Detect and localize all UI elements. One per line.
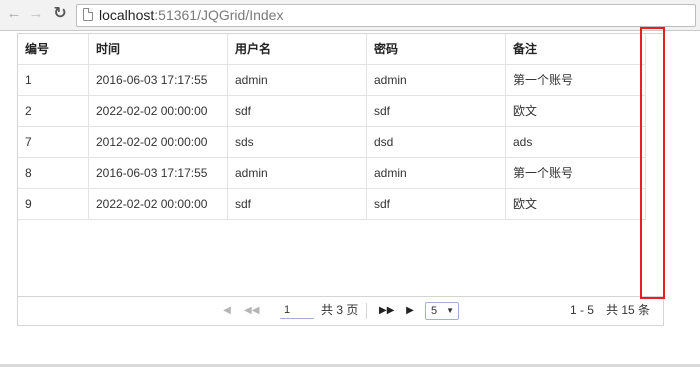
cell-id: 2 — [18, 96, 89, 126]
cell-password: dsd — [367, 127, 506, 157]
page-number-input[interactable] — [280, 302, 314, 319]
cell-username: admin — [228, 65, 367, 95]
cell-username: admin — [228, 158, 367, 188]
total-pages-label: 共 3 页 — [321, 303, 359, 317]
cell-time: 2022-02-02 00:00:00 — [89, 96, 228, 126]
column-header-username[interactable]: 用户名 — [228, 34, 367, 64]
cell-note: 第一个账号 — [506, 158, 646, 188]
forward-arrow-icon[interactable]: → — [28, 6, 44, 22]
cell-note: 欧文 — [506, 96, 646, 126]
cell-time: 2022-02-02 00:00:00 — [89, 189, 228, 219]
grid-pager: ◀​ ◀◀ 共 3 页 ▶▶ ▶​ 5 ▼ 1 - 5 共 15 条 — [18, 296, 663, 325]
column-header-password[interactable]: 密码 — [367, 34, 506, 64]
reload-icon[interactable]: ↻ — [52, 6, 68, 22]
rows-per-page-value: 5 — [431, 305, 438, 317]
cell-note: ads — [506, 127, 646, 157]
cell-note: 欧文 — [506, 189, 646, 219]
header-row: 编号 时间 用户名 密码 备注 — [18, 34, 646, 65]
cell-username: sdf — [228, 96, 367, 126]
table-row[interactable]: 7 2012-02-02 00:00:00 sds dsd ads — [18, 127, 646, 158]
cell-id: 9 — [18, 189, 89, 219]
browser-toolbar: ← → ↻ localhost:51361/JQGrid/Index — [0, 0, 700, 31]
table-row[interactable]: 1 2016-06-03 17:17:55 admin admin 第一个账号 — [18, 65, 646, 96]
cell-username: sds — [228, 127, 367, 157]
cell-password: sdf — [367, 189, 506, 219]
column-header-note[interactable]: 备注 — [506, 34, 646, 64]
pager-separator — [366, 303, 367, 319]
cell-note: 第一个账号 — [506, 65, 646, 95]
dropdown-arrow-icon: ▼ — [446, 306, 454, 315]
url-host: localhost — [99, 7, 155, 23]
cell-id: 7 — [18, 127, 89, 157]
column-header-time[interactable]: 时间 — [89, 34, 228, 64]
jqgrid: 编号 时间 用户名 密码 备注 1 2016-06-03 17:17:55 ad… — [17, 33, 664, 326]
grid-body: 编号 时间 用户名 密码 备注 1 2016-06-03 17:17:55 ad… — [18, 34, 663, 296]
next-page-icon[interactable]: ▶▶ — [379, 304, 394, 318]
url-text: localhost:51361/JQGrid/Index — [99, 7, 283, 23]
first-page-icon[interactable]: ◀​ — [220, 304, 234, 318]
grid-table: 编号 时间 用户名 密码 备注 1 2016-06-03 17:17:55 ad… — [18, 34, 646, 220]
cell-id: 8 — [18, 158, 89, 188]
cell-time: 2012-02-02 00:00:00 — [89, 127, 228, 157]
back-arrow-icon[interactable]: ← — [6, 6, 22, 22]
url-path: :51361/JQGrid/Index — [154, 7, 284, 23]
red-highlight-box — [640, 27, 665, 299]
cell-id: 1 — [18, 65, 89, 95]
cell-username: sdf — [228, 189, 367, 219]
cell-password: admin — [367, 65, 506, 95]
cell-password: admin — [367, 158, 506, 188]
cell-time: 2016-06-03 17:17:55 — [89, 65, 228, 95]
prev-page-icon[interactable]: ◀◀ — [244, 304, 259, 318]
address-bar[interactable]: localhost:51361/JQGrid/Index — [76, 4, 696, 27]
table-row[interactable]: 2 2022-02-02 00:00:00 sdf sdf 欧文 — [18, 96, 646, 127]
table-row[interactable]: 9 2022-02-02 00:00:00 sdf sdf 欧文 — [18, 189, 646, 220]
cell-time: 2016-06-03 17:17:55 — [89, 158, 228, 188]
rows-per-page-select[interactable]: 5 ▼ — [425, 302, 459, 320]
last-page-icon[interactable]: ▶​ — [403, 304, 417, 318]
table-row[interactable]: 8 2016-06-03 17:17:55 admin admin 第一个账号 — [18, 158, 646, 189]
page-icon — [83, 8, 93, 21]
record-info: 1 - 5 共 15 条 — [569, 303, 650, 317]
cell-password: sdf — [367, 96, 506, 126]
column-header-id[interactable]: 编号 — [18, 34, 89, 64]
